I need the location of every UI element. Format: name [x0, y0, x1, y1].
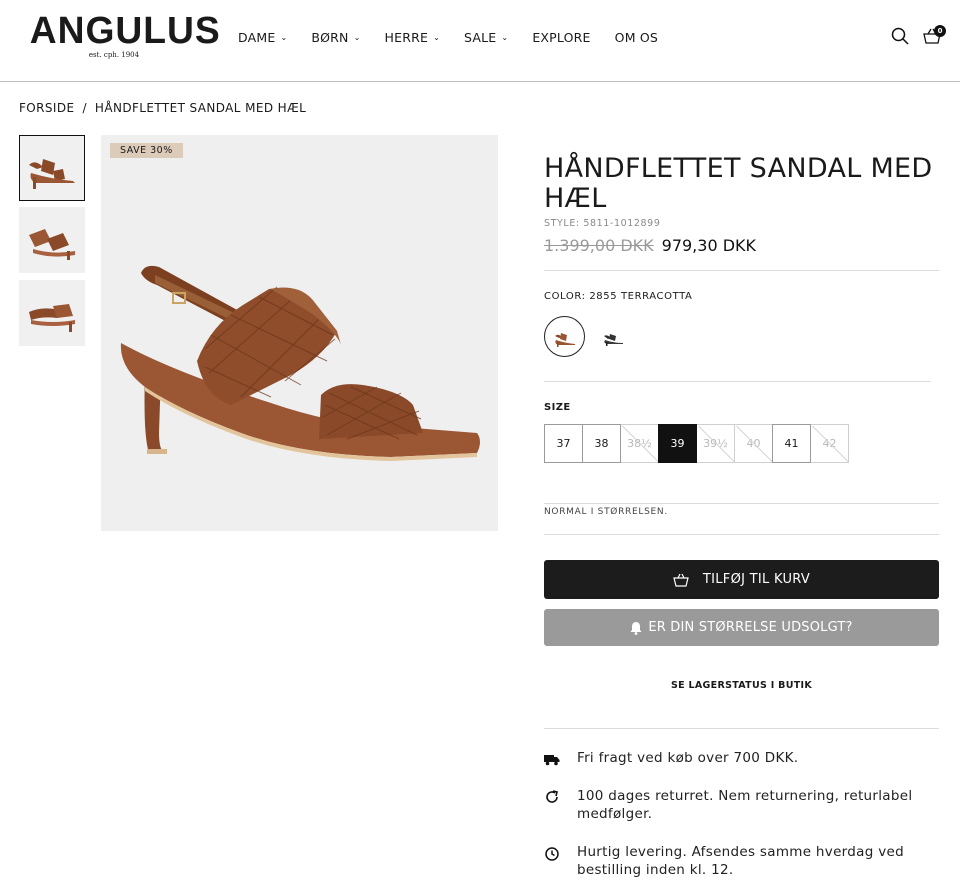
chevron-down-icon: ⌄: [433, 33, 441, 42]
usp-returns: 100 dages returret. Nem returnering, ret…: [544, 787, 940, 823]
nav-label: HERRE: [384, 30, 429, 45]
product-style-number: STYLE: 5811-1012899: [544, 218, 661, 229]
chevron-down-icon: ⌄: [353, 33, 361, 42]
nav-item-sale[interactable]: SALE ⌄: [464, 30, 508, 45]
usp-text: Fri fragt ved køb over 700 DKK.: [577, 750, 799, 766]
product-thumbnail-2[interactable]: [19, 207, 85, 273]
usp-delivery: Hurtig levering. Afsendes samme hverdag …: [544, 843, 940, 879]
usp-text: 100 dages returret. Nem returnering, ret…: [577, 788, 913, 822]
store-stock-link[interactable]: SE LAGERSTATUS I BUTIK: [544, 680, 939, 691]
add-to-cart-label: TILFØJ TIL KURV: [702, 572, 811, 587]
size-option-38-5[interactable]: 38½: [620, 424, 659, 463]
breadcrumb-separator: /: [82, 101, 87, 115]
breadcrumb-current: HÅNDFLETTET SANDAL MED HÆL: [94, 101, 307, 115]
size-fit-note: NORMAL I STØRRELSEN.: [544, 507, 668, 517]
color-label: COLOR: 2855 TERRACOTTA: [544, 291, 693, 302]
size-selector: 37 38 38½ 39 39½ 40 41 42: [544, 424, 849, 463]
product-title: HÅNDFLETTET SANDAL MED HÆL: [544, 153, 933, 214]
divider: [544, 270, 939, 271]
sandal-back-image: [29, 304, 75, 332]
clock-icon: [544, 843, 577, 879]
nav-item-herre[interactable]: HERRE ⌄: [385, 30, 440, 45]
nav-item-born[interactable]: BØRN ⌄: [311, 30, 360, 45]
size-option-39[interactable]: 39: [658, 424, 697, 463]
bell-icon: [630, 621, 642, 635]
nav-item-explore[interactable]: EXPLORE: [532, 30, 590, 45]
site-header: ANGULUS est. cph. 1904 DAME ⌄ BØRN ⌄ HERRE…: [0, 0, 960, 82]
usp-text: Hurtig levering. Afsendes samme hverdag …: [577, 844, 904, 878]
search-icon[interactable]: [890, 26, 910, 46]
chevron-down-icon: ⌄: [280, 33, 288, 42]
product-thumbnail-1[interactable]: [19, 135, 85, 201]
product-main-image[interactable]: SAVE 30%: [101, 135, 498, 531]
sandal-swatch-icon: [554, 332, 575, 347]
cart-count-badge: 0: [934, 25, 946, 37]
sandal-swatch-icon: [603, 333, 623, 346]
price-sale: 979,30 DKK: [661, 236, 757, 255]
price-original: 1.399,00 DKK: [544, 236, 654, 255]
brand-name: ANGULUS: [29, 10, 221, 52]
size-option-41[interactable]: 41: [772, 424, 811, 463]
size-option-40[interactable]: 40: [734, 424, 773, 463]
size-option-39-5[interactable]: 39½: [696, 424, 735, 463]
color-swatch-terracotta[interactable]: [544, 316, 585, 357]
color-swatch-dark[interactable]: [592, 316, 633, 357]
notify-sold-out-button[interactable]: ER DIN STØRRELSE UDSOLGT?: [544, 609, 939, 646]
breadcrumb: FORSIDE / HÅNDFLETTET SANDAL MED HÆL: [19, 101, 306, 115]
nav-label: BØRN: [311, 30, 349, 45]
breadcrumb-home[interactable]: FORSIDE: [19, 101, 74, 115]
nav-item-dame[interactable]: DAME ⌄: [238, 30, 287, 45]
chevron-down-icon: ⌄: [501, 33, 509, 42]
notify-sold-out-label: ER DIN STØRRELSE UDSOLGT?: [648, 620, 853, 635]
usp-shipping: Fri fragt ved køb over 700 DKK.: [544, 749, 940, 770]
nav-item-om-os[interactable]: OM OS: [615, 30, 658, 45]
brand-logo[interactable]: ANGULUS est. cph. 1904: [28, 10, 221, 59]
sandal-side-image: [29, 159, 75, 189]
size-label: SIZE: [544, 402, 571, 413]
divider: [544, 534, 939, 535]
return-icon: [544, 787, 577, 823]
nav-label: OM OS: [614, 30, 659, 45]
truck-icon: [544, 749, 577, 770]
sandal-image: [120, 265, 480, 461]
product-thumbnail-3[interactable]: [19, 280, 85, 346]
main-nav: DAME ⌄ BØRN ⌄ HERRE ⌄ SALE ⌄ EXPLORE OM OS: [238, 30, 682, 45]
size-option-37[interactable]: 37: [544, 424, 583, 463]
divider: [544, 728, 939, 729]
nav-label: EXPLORE: [532, 30, 591, 45]
divider: [544, 503, 939, 504]
basket-icon: [673, 573, 689, 587]
add-to-cart-button[interactable]: TILFØJ TIL KURV: [544, 560, 939, 599]
sandal-angle-image: [29, 229, 75, 260]
brand-tagline: est. cph. 1904: [88, 51, 140, 59]
size-option-38[interactable]: 38: [582, 424, 621, 463]
size-option-42[interactable]: 42: [810, 424, 849, 463]
nav-label: DAME: [238, 30, 276, 45]
nav-label: SALE: [464, 30, 497, 45]
divider: [544, 381, 931, 382]
price-row: 1.399,00 DKK 979,30 DKK: [544, 236, 756, 255]
